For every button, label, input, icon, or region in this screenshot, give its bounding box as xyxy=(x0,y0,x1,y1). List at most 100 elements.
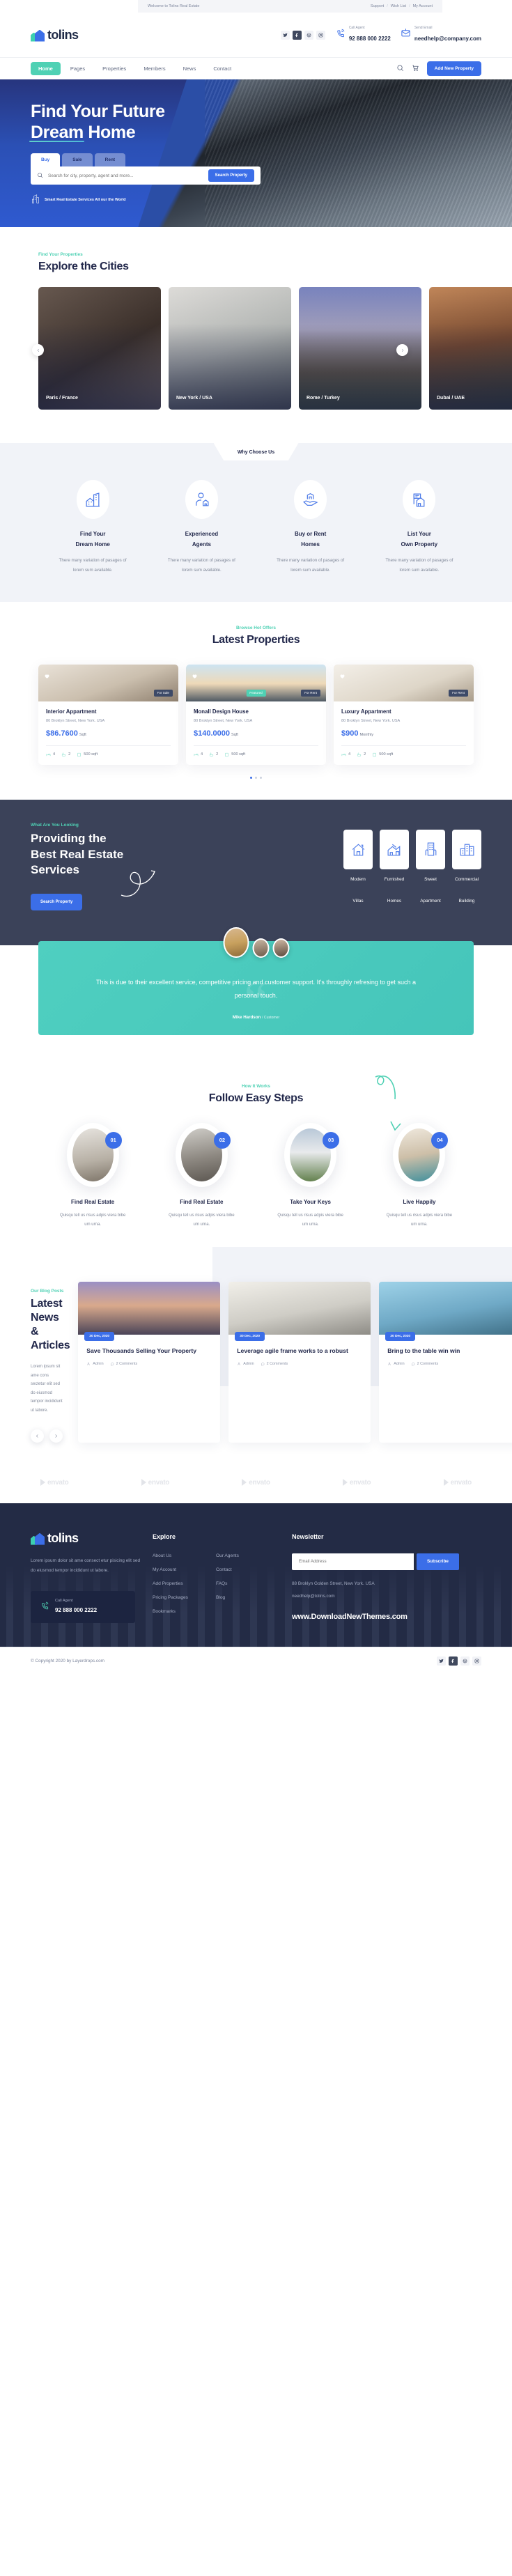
logo[interactable]: tolins xyxy=(31,28,79,42)
dot-1[interactable] xyxy=(249,776,252,779)
nav-item-home[interactable]: Home xyxy=(31,62,61,75)
tab-sale[interactable]: Sale xyxy=(62,153,93,166)
blog-title: Latest News & Articles xyxy=(31,1298,70,1352)
why-choose-us-tag: Why Choose Us xyxy=(213,443,299,460)
blog-card[interactable]: 30 Dec, 2020 Leverage agile frame works … xyxy=(228,1282,371,1443)
nav-item-news[interactable]: News xyxy=(176,62,204,75)
tab-rent[interactable]: Rent xyxy=(94,153,126,166)
footer-link-contact[interactable]: Contact xyxy=(216,1567,239,1572)
favorite-heart-icon[interactable] xyxy=(339,670,346,678)
avatar[interactable] xyxy=(223,927,249,959)
cities-prev-button[interactable] xyxy=(32,344,44,356)
dot-2[interactable] xyxy=(254,776,258,779)
why-item-text: There many variation of pasages of lorem… xyxy=(59,558,127,573)
footer-link-my-account[interactable]: My Account xyxy=(153,1567,188,1572)
twitter-icon[interactable] xyxy=(280,30,290,40)
header-call[interactable]: Call Agent 92 888 000 2222 xyxy=(335,26,391,44)
blog-card[interactable]: 30 Dec, 2020 Bring to the table win win … xyxy=(379,1282,512,1443)
city-card[interactable]: Dubai / UAE xyxy=(429,287,512,410)
add-new-property-button[interactable]: Add New Property xyxy=(426,61,481,76)
envelope-icon xyxy=(401,28,411,42)
step-title: Find Real Estate xyxy=(71,1198,115,1205)
blog-card-meta: Admin 2 Comments xyxy=(86,1362,212,1366)
step-title: Find Real Estate xyxy=(180,1198,224,1205)
why-item-title: Buy or Rent Homes xyxy=(294,531,327,548)
topbar-link-wishlist[interactable]: Wish List xyxy=(391,4,406,8)
hero-search-input[interactable] xyxy=(48,173,208,178)
baths-meta: 2 xyxy=(209,752,218,757)
blog-comments: 2 Comments xyxy=(261,1362,288,1366)
property-card[interactable]: Featured For Rent Monall Design House 80… xyxy=(186,664,326,765)
newsletter-email-input[interactable] xyxy=(292,1553,414,1570)
footer-link-about-us[interactable]: About Us xyxy=(153,1553,188,1558)
service-card[interactable]: Sweet Apartment xyxy=(416,829,445,906)
brand-logo: envato xyxy=(242,1479,270,1487)
footer-explore-column: Explore About Us My Account Add Properti… xyxy=(153,1531,292,1624)
instagram-icon[interactable] xyxy=(472,1656,481,1666)
logo-house-icon xyxy=(31,29,45,42)
header-email-label: Send Email xyxy=(414,26,433,31)
cart-icon[interactable] xyxy=(412,63,419,75)
step-number: 03 xyxy=(323,1131,340,1149)
services-search-property-button[interactable]: Search Property xyxy=(31,894,83,911)
footer-call-box[interactable]: Call Agent 92 888 000 2222 xyxy=(31,1591,135,1624)
blog-text: Lorem ipsum sit ame cons sectetur elit s… xyxy=(31,1365,63,1413)
instagram-icon[interactable] xyxy=(316,30,325,40)
header-call-label: Call Agent xyxy=(348,26,365,31)
service-card[interactable]: Modern Villas xyxy=(343,829,373,906)
avatar[interactable] xyxy=(252,938,269,959)
header-email[interactable]: Send Email needhelp@company.com xyxy=(401,26,481,44)
nav-item-properties[interactable]: Properties xyxy=(95,62,134,75)
twitter-icon[interactable] xyxy=(437,1656,446,1666)
blog-next-button[interactable] xyxy=(49,1429,63,1443)
city-card[interactable]: New York / USA xyxy=(169,287,291,410)
city-card[interactable]: Paris / France xyxy=(38,287,161,410)
property-title: Interior Appartment xyxy=(46,708,97,715)
footer-link-add-properties[interactable]: Add Properties xyxy=(153,1581,188,1586)
blog-prev-button[interactable] xyxy=(31,1429,44,1443)
footer-link-faqs[interactable]: FAQs xyxy=(216,1581,239,1586)
dot-3[interactable] xyxy=(260,776,263,779)
footer-about-column: tolins Lorem ipsum dolor sit ame consect… xyxy=(31,1531,153,1624)
footer-explore-heading: Explore xyxy=(153,1533,176,1540)
footer-link-blog[interactable]: Blog xyxy=(216,1595,239,1600)
favorite-heart-icon[interactable] xyxy=(192,670,198,678)
nav-item-pages[interactable]: Pages xyxy=(63,62,93,75)
footer-newsletter-heading: Newsletter xyxy=(292,1533,324,1540)
buildings-icon xyxy=(76,480,109,519)
step-item: 02 Find Real Estate Quisqu tell us risus… xyxy=(147,1122,256,1229)
cities-subtitle: Find Your Properties xyxy=(38,252,83,257)
city-label: Rome / Turkey xyxy=(307,396,340,401)
properties-carousel-dots[interactable] xyxy=(0,776,512,779)
cities-next-button[interactable] xyxy=(396,344,408,356)
facebook-icon[interactable] xyxy=(449,1656,458,1666)
topbar-link-my-account[interactable]: My Account xyxy=(413,4,433,8)
footer-link-pricing-packages[interactable]: Pricing Packages xyxy=(153,1595,188,1600)
blog-photo: 30 Dec, 2020 xyxy=(228,1282,371,1342)
facebook-icon[interactable] xyxy=(292,30,302,40)
service-card[interactable]: Commercial Building xyxy=(452,829,481,906)
hero-search-button[interactable]: Search Property xyxy=(208,169,254,182)
curly-arrow-icon xyxy=(121,870,155,897)
subscribe-button[interactable]: Subscribe xyxy=(417,1553,459,1570)
blog-card[interactable]: 30 Dec, 2020 Save Thousands Selling Your… xyxy=(78,1282,221,1443)
baths-meta: 2 xyxy=(357,752,366,757)
blog-subtitle: Our Blog Posts xyxy=(31,1289,64,1294)
nav-item-contact[interactable]: Contact xyxy=(205,62,239,75)
search-icon[interactable] xyxy=(396,63,404,75)
blog-date-badge: 30 Dec, 2020 xyxy=(84,1332,115,1342)
nav-item-members[interactable]: Members xyxy=(136,62,173,75)
avatar[interactable] xyxy=(272,938,289,959)
footer-link-bookmarks[interactable]: Bookmarks xyxy=(153,1609,188,1614)
tab-buy[interactable]: Buy xyxy=(31,153,61,166)
footer-logo[interactable]: tolins xyxy=(31,1531,153,1546)
property-address: 80 Broklyn Street, New York. USA xyxy=(46,718,105,723)
topbar-link-support[interactable]: Support xyxy=(371,4,384,8)
dribbble-icon[interactable] xyxy=(460,1656,470,1666)
service-card[interactable]: Furnished Homes xyxy=(380,829,409,906)
footer-link-our-agents[interactable]: Our Agents xyxy=(216,1553,239,1558)
dribbble-icon[interactable] xyxy=(304,30,313,40)
property-card[interactable]: For Rent Luxury Appartment 80 Broklyn St… xyxy=(334,664,474,765)
property-card[interactable]: For Sale Interior Appartment 80 Broklyn … xyxy=(38,664,178,765)
favorite-heart-icon[interactable] xyxy=(44,670,50,678)
